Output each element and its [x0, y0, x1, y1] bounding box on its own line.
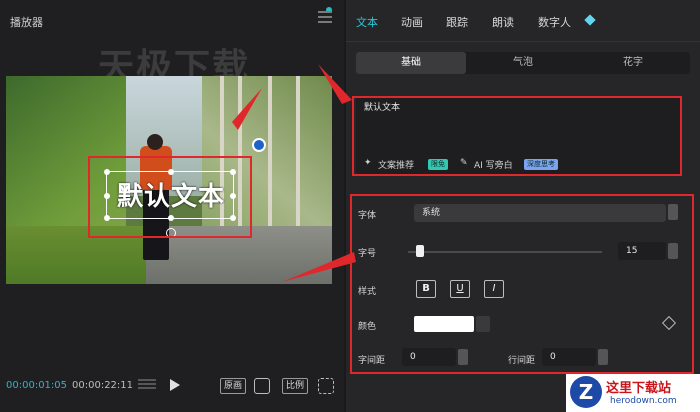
annotation-arrow — [318, 64, 352, 104]
annotation-arrows — [232, 64, 356, 282]
annotation-arrow — [232, 88, 262, 130]
annotation-arrow — [282, 252, 356, 282]
site-logo: Z 这里下载站 herodown.com — [566, 374, 700, 412]
logo-subtext: herodown.com — [610, 396, 677, 406]
logo-badge: Z — [570, 376, 602, 408]
app-root: 播放器 天极下载 默认文本 00:00:01:05 00:00:22:11 原画… — [0, 0, 700, 412]
logo-text: 这里下载站 — [606, 381, 672, 396]
